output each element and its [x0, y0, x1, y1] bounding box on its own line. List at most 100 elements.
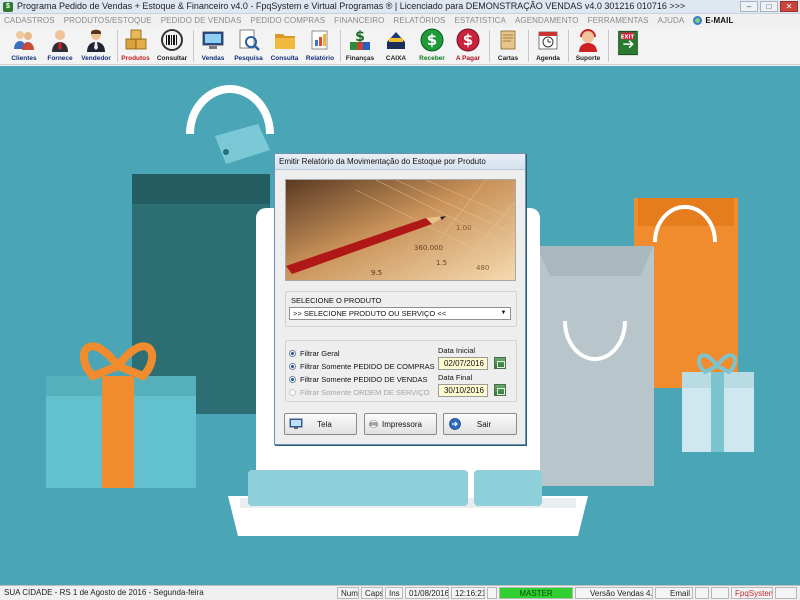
status-indicator [487, 587, 497, 599]
status-user: MASTER [499, 587, 573, 599]
screen-button[interactable]: Tela [284, 413, 357, 435]
filter-geral-radio[interactable]: Filtrar Geral [289, 349, 340, 358]
email-globe-icon [693, 16, 703, 25]
close-button[interactable]: ✕ [780, 1, 798, 12]
toolbar-separator [117, 30, 118, 62]
toolbar-produtos-label: Produtos [121, 55, 150, 62]
toolbar-produtos-button[interactable]: Produtos [119, 28, 152, 64]
toolbar-suporte-button[interactable]: Suporte [571, 28, 605, 64]
filter-geral-label: Filtrar Geral [300, 349, 340, 358]
supplier-icon [52, 30, 68, 52]
toolbar-agenda-button[interactable]: Agenda [531, 28, 565, 64]
menu-ajuda[interactable]: AJUDA [658, 16, 685, 25]
date-start-field[interactable]: 02/07/2016 [438, 357, 488, 370]
status-version: Versão Vendas 4.0 [575, 587, 653, 599]
report-icon [311, 30, 328, 50]
date-end-label: Data Final [438, 373, 473, 382]
toolbar-receber-button[interactable]: $ Receber [415, 28, 449, 64]
toolbar-apagar-label: A Pagar [455, 55, 481, 62]
svg-text:$: $ [427, 31, 437, 49]
toolbar-financas-label: Finanças [345, 55, 375, 62]
toolbar-caixa-label: CAIXA [385, 55, 407, 62]
menu-relatorios[interactable]: RELATÓRIOS [394, 16, 446, 25]
printer-button[interactable]: Impressora [364, 413, 437, 435]
menu-cadastros[interactable]: CADASTROS [4, 16, 55, 25]
toolbar-clientes-label: Clientes [11, 55, 37, 62]
toolbar-vendedor-button[interactable]: Vendedor [79, 28, 113, 64]
menu-email-label: E-MAIL [705, 16, 734, 25]
toolbar-fornece-button[interactable]: Fornece [44, 28, 76, 64]
toolbar-relatorio-button[interactable]: Relatório [303, 28, 337, 64]
status-monitor-icon[interactable] [711, 587, 729, 599]
agenda-clock-icon [538, 31, 558, 50]
filter-compras-label: Filtrar Somente PEDIDO DE COMPRAS [300, 362, 435, 371]
toolbar-receber-label: Receber [419, 55, 445, 62]
menu-agendamento[interactable]: AGENDAMENTO [515, 16, 579, 25]
status-grip-icon [775, 587, 797, 599]
status-num: Num [337, 587, 359, 599]
toolbar-vendedor-label: Vendedor [81, 55, 111, 62]
calendar-start-icon[interactable] [494, 357, 506, 369]
date-start-label: Data Inicial [438, 346, 476, 355]
exit-button[interactable]: Sair [443, 413, 517, 435]
products-boxes-icon [125, 29, 146, 50]
toolbar-consulta-button[interactable]: Consulta [268, 28, 301, 64]
window-titlebar: $ Programa Pedido de Vendas + Estoque & … [0, 0, 800, 14]
toolbar-clientes-button[interactable]: Clientes [7, 28, 41, 64]
toolbar-separator [193, 30, 194, 62]
window-title: Programa Pedido de Vendas + Estoque & Fi… [17, 1, 686, 11]
minimize-button[interactable]: – [740, 1, 758, 12]
toolbar-cartas-label: Cartas [497, 55, 519, 62]
finance-dollar-icon: $ [350, 29, 370, 50]
radio-indicator[interactable] [289, 350, 296, 357]
toolbar-consultar-button[interactable]: Consultar [154, 28, 190, 64]
exit-arrow-icon [449, 418, 461, 430]
filter-ordem-servico-radio: Filtrar Somente ORDEM DE SERVIÇO [289, 388, 429, 397]
toolbar-vendas-button[interactable]: Vendas [197, 28, 229, 64]
svg-text:$: $ [355, 29, 365, 45]
status-email[interactable]: Email [655, 587, 693, 599]
radio-indicator[interactable] [289, 376, 296, 383]
date-end-field[interactable]: 30/10/2016 [438, 384, 488, 397]
pencil-spreadsheet-image: 1.00 360.000 9.5 1.5 480 [286, 180, 515, 280]
status-city-date: SUA CIDADE - RS 1 de Agosto de 2016 - Se… [4, 588, 204, 597]
toolbar-consultar-label: Consultar [156, 55, 188, 62]
menu-produtos-estoque[interactable]: PRODUTOS/ESTOQUE [64, 16, 152, 25]
folder-icon [274, 34, 295, 49]
menu-financeiro[interactable]: FINANCEIRO [334, 16, 384, 25]
clients-icon [14, 31, 34, 50]
toolbar-exit-button[interactable]: EXIT [612, 28, 644, 64]
toolbar-relatorio-label: Relatório [305, 55, 335, 62]
filter-compras-radio[interactable]: Filtrar Somente PEDIDO DE COMPRAS [289, 362, 435, 371]
status-brand: FpqSystem [731, 587, 773, 599]
toolbar-apagar-button[interactable]: $ A Pagar [451, 28, 485, 64]
toolbar-separator [608, 30, 609, 62]
exit-door-icon: EXIT [618, 30, 638, 56]
status-bar: SUA CIDADE - RS 1 de Agosto de 2016 - Se… [0, 585, 800, 600]
report-dialog: Emitir Relatório da Movimentação do Esto… [274, 153, 526, 445]
menu-pedido-compras[interactable]: PEDIDO COMPRAS [250, 16, 325, 25]
toolbar-cartas-button[interactable]: Cartas [492, 28, 524, 64]
maximize-button[interactable]: □ [760, 1, 778, 12]
status-print-icon[interactable] [695, 587, 709, 599]
chevron-down-icon[interactable]: ▼ [499, 309, 508, 318]
radio-indicator [289, 389, 296, 396]
product-label: SELECIONE O PRODUTO [291, 296, 382, 305]
toolbar-pesquisa-button[interactable]: Pesquisa [232, 28, 265, 64]
dialog-header-image: 1.00 360.000 9.5 1.5 480 [285, 179, 516, 281]
status-caps: Caps [361, 587, 383, 599]
menu-estatistica[interactable]: ESTATISTICA [455, 16, 506, 25]
radio-indicator[interactable] [289, 363, 296, 370]
toolbar-agenda-label: Agenda [536, 55, 560, 62]
toolbar-caixa-button[interactable]: CAIXA [380, 28, 412, 64]
menu-email[interactable]: E-MAIL [693, 16, 733, 25]
toolbar-consulta-label: Consulta [270, 55, 299, 62]
barcode-icon [161, 29, 183, 51]
product-select[interactable]: >> SELECIONE PRODUTO OU SERVIÇO << ▼ [289, 307, 511, 320]
menu-ferramentas[interactable]: FERRAMENTAS [588, 16, 649, 25]
calendar-end-icon[interactable] [494, 384, 506, 396]
filter-vendas-radio[interactable]: Filtrar Somente PEDIDO DE VENDAS [289, 375, 428, 384]
dialog-title: Emitir Relatório da Movimentação do Esto… [275, 154, 525, 170]
menu-pedido-vendas[interactable]: PEDIDO DE VENDAS [161, 16, 242, 25]
toolbar-financas-button[interactable]: $ Finanças [343, 28, 377, 64]
